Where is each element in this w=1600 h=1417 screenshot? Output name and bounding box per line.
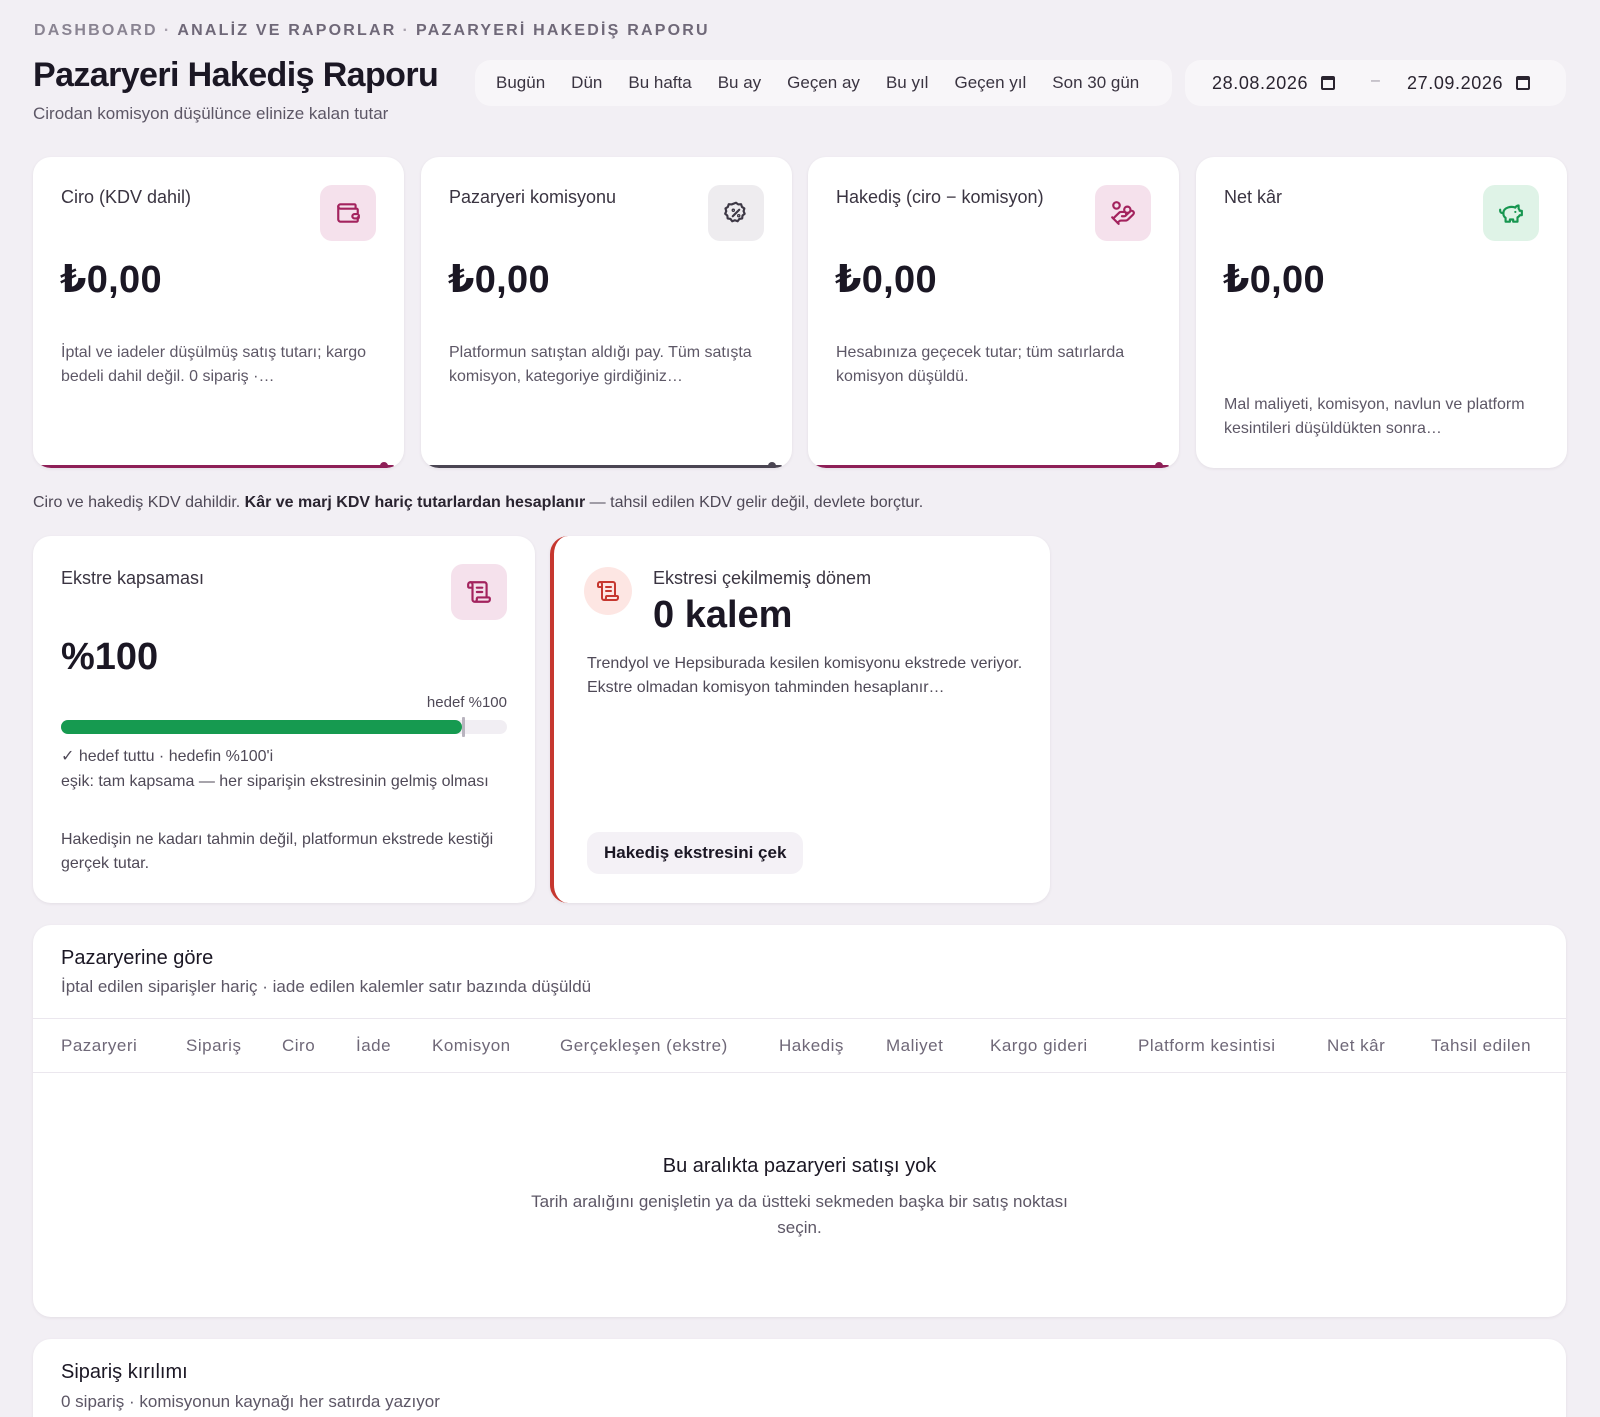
- column-header-returns[interactable]: İade: [356, 1036, 391, 1056]
- fetch-statement-button[interactable]: Hakediş ekstresini çek: [587, 832, 804, 874]
- column-header-commission[interactable]: Komisyon: [432, 1036, 511, 1056]
- calendar-icon[interactable]: [1516, 76, 1531, 90]
- kpi-accent-bar: [427, 462, 782, 468]
- section-subtitle: 0 sipariş · komisyonun kaynağı her satır…: [61, 1392, 440, 1411]
- piggy-bank-icon: [1483, 185, 1539, 241]
- date-range: 28.08.2026 – 27.09.2026: [1185, 60, 1566, 106]
- range-tab-last-year[interactable]: Geçen yıl: [941, 73, 1039, 93]
- kpi-description: Platformun satıştan aldığı pay. Tüm satı…: [449, 344, 752, 385]
- kpi-accent-bar: [39, 462, 394, 468]
- statement-description: Trendyol ve Hepsiburada kesilen komisyon…: [587, 655, 1023, 696]
- range-tab-this-year[interactable]: Bu yıl: [873, 73, 942, 93]
- range-tab-this-month[interactable]: Bu ay: [705, 73, 774, 93]
- breadcrumb-dashboard[interactable]: DASHBOARD: [34, 22, 158, 39]
- range-tab-this-week[interactable]: Bu hafta: [615, 73, 704, 93]
- kpi-accent-bar: [814, 462, 1169, 468]
- date-from-value: 28.08.2026: [1212, 72, 1309, 93]
- kpi-description: Mal maliyeti, komisyon, navlun ve platfo…: [1224, 396, 1525, 437]
- empty-state-description: Tarih aralığını genişletin ya da üstteki…: [531, 1192, 1068, 1237]
- column-header-revenue[interactable]: Ciro: [282, 1036, 315, 1056]
- kpi-description: İptal ve iadeler düşülmüş satış tutarı; …: [61, 344, 367, 385]
- range-tab-yesterday[interactable]: Dün: [558, 73, 615, 93]
- marketplace-table-card: Pazaryerine göre İptal edilen siparişler…: [33, 925, 1566, 1317]
- statement-label: Ekstresi çekilmemiş dönem: [653, 568, 872, 588]
- kpi-value: ₺0,00: [60, 259, 162, 301]
- section-title: Pazaryerine göre: [61, 947, 214, 969]
- empty-state-title: Bu aralıkta pazaryeri satışı yok: [662, 1155, 937, 1177]
- breadcrumb: DASHBOARD · ANALİZ VE RAPORLAR · PAZARYERİ H…: [34, 22, 710, 39]
- statement-value: 0 kalem: [653, 594, 793, 636]
- range-tab-today[interactable]: Bugün: [483, 73, 558, 93]
- column-header-cost[interactable]: Maliyet: [886, 1036, 943, 1056]
- order-breakdown-card: Sipariş kırılımı 0 sipariş · komisyonun …: [33, 1339, 1566, 1417]
- column-header-platform-deduction[interactable]: Platform kesintisi: [1138, 1036, 1275, 1056]
- kpi-card-payout: Hakediş (ciro − komisyon) ₺0,00 Hesabını…: [808, 157, 1179, 468]
- page-title: Pazaryeri Hakediş Raporu: [33, 56, 439, 94]
- section-subtitle: İptal edilen siparişler hariç · iade edi…: [61, 977, 592, 996]
- coverage-target: hedef %100: [426, 694, 507, 711]
- calendar-icon[interactable]: [1321, 76, 1336, 90]
- breadcrumb-analysis[interactable]: ANALİZ VE RAPORLAR: [177, 22, 396, 39]
- range-tab-last-30-days[interactable]: Son 30 gün: [1039, 73, 1152, 93]
- breadcrumb-current: PAZARYERİ HAKEDİŞ RAPORU: [416, 22, 710, 39]
- coverage-threshold: eşik: tam kapsama — her siparişin ekstre…: [61, 773, 489, 790]
- range-tab-last-month[interactable]: Geçen ay: [774, 73, 873, 93]
- kpi-value: ₺0,00: [1223, 259, 1325, 301]
- column-header-net-profit[interactable]: Net kâr: [1327, 1036, 1385, 1056]
- hand-coins-icon: [1095, 185, 1151, 241]
- kpi-card-commission: Pazaryeri komisyonu ₺0,00 Platformun sat…: [421, 157, 792, 468]
- column-header-orders[interactable]: Sipariş: [186, 1036, 241, 1056]
- column-header-collected[interactable]: Tahsil edilen: [1431, 1036, 1531, 1056]
- scroll-text-icon: [584, 567, 632, 615]
- percent-badge-icon: [708, 185, 764, 241]
- column-header-realized-statement[interactable]: Gerçekleşen (ekstre): [560, 1036, 728, 1056]
- coverage-status: ✓ hedef tuttu · hedefin %100'i: [61, 748, 274, 765]
- coverage-value: %100: [61, 636, 159, 678]
- date-from-input[interactable]: 28.08.2026: [1212, 60, 1336, 106]
- kpi-label: Net kâr: [1224, 187, 1283, 207]
- kpi-card-net-profit: Net kâr ₺0,00 Mal maliyeti, komisyon, na…: [1196, 157, 1567, 468]
- coverage-note: Hakedişin ne kadarı tahmin değil, platfo…: [61, 831, 494, 872]
- wallet-icon: [320, 185, 376, 241]
- coverage-progress-fill: [61, 720, 463, 734]
- table-header: Pazaryeri Sipariş Ciro İade Komisyon Ger…: [33, 1018, 1566, 1073]
- kpi-label: Hakediş (ciro − komisyon): [836, 187, 1044, 207]
- date-to-input[interactable]: 27.09.2026: [1407, 60, 1531, 106]
- coverage-target-marker: [462, 717, 466, 737]
- coverage-progress-bar: [61, 717, 507, 737]
- scroll-text-icon: [451, 564, 507, 620]
- missing-statement-card: Ekstresi çekilmemiş dönem 0 kalem Trendy…: [550, 536, 1050, 903]
- page-subtitle: Cirodan komisyon düşülünce elinize kalan…: [33, 104, 389, 123]
- column-header-payout[interactable]: Hakediş: [779, 1036, 844, 1056]
- statement-coverage-card: Ekstre kapsaması %100 hedef %100 ✓ hedef…: [33, 536, 535, 903]
- kpi-card-revenue: Ciro (KDV dahil) ₺0,00 İptal ve iadeler …: [33, 157, 404, 468]
- date-range-separator: –: [1371, 72, 1380, 89]
- column-header-marketplace[interactable]: Pazaryeri: [61, 1036, 137, 1056]
- column-header-shipping-cost[interactable]: Kargo gideri: [990, 1036, 1088, 1056]
- kpi-label: Pazaryeri komisyonu: [449, 187, 617, 207]
- kpi-value: ₺0,00: [448, 259, 550, 301]
- section-title: Sipariş kırılımı: [61, 1361, 188, 1383]
- range-tabs: Bugün Dün Bu hafta Bu ay Geçen ay Bu yıl…: [475, 60, 1172, 106]
- kpi-value: ₺0,00: [835, 259, 937, 301]
- kpi-description: Hesabınıza geçecek tutar; tüm satırlarda…: [836, 344, 1125, 385]
- vat-note: Ciro ve hakediş KDV dahildir. Kâr ve mar…: [33, 494, 924, 511]
- kpi-label: Ciro (KDV dahil): [61, 187, 192, 207]
- date-to-value: 27.09.2026: [1407, 72, 1504, 93]
- coverage-label: Ekstre kapsaması: [61, 568, 205, 588]
